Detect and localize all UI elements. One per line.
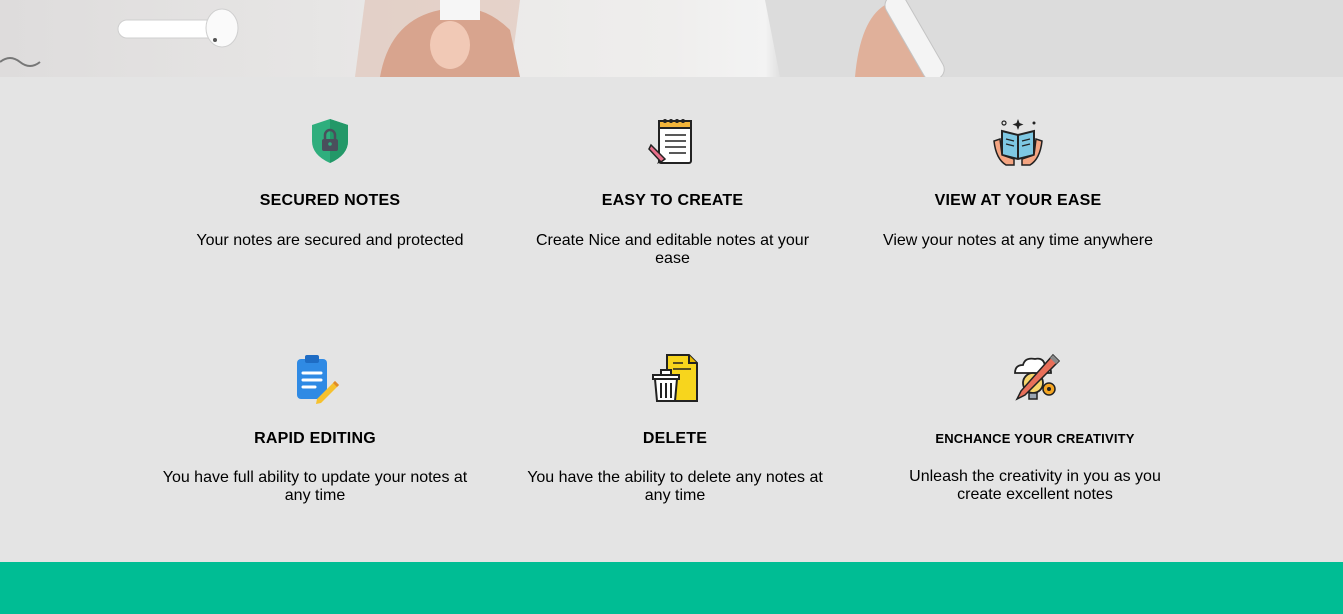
creativity-bulb-gear-icon <box>1014 353 1061 401</box>
feature-title: SECURED NOTES <box>259 192 401 209</box>
feature-secured-notes: SECURED NOTES Your notes are secured and… <box>160 115 500 249</box>
clipboard-pen-icon <box>297 355 339 404</box>
feature-title: RAPID EDITING <box>254 430 376 447</box>
feature-rapid-editing: RAPID EDITING You have full ability to u… <box>160 353 470 504</box>
trash-document-icon <box>652 354 698 402</box>
hero-photo <box>0 0 1343 77</box>
feature-title: EASY TO CREATE <box>601 192 744 209</box>
shield-lock-icon <box>312 119 348 163</box>
feature-title: ENCHANCE YOUR CREATIVITY <box>935 431 1135 446</box>
feature-description: You have the ability to delete any notes… <box>527 469 823 504</box>
feature-easy-to-create: EASY TO CREATE Create Nice and editable … <box>520 115 825 267</box>
feature-description: Unleash the creativity in you as you cre… <box>909 468 1161 503</box>
feature-description: Create Nice and editable notes at your e… <box>535 232 810 267</box>
open-book-hands-icon <box>993 119 1043 166</box>
feature-description: Your notes are secured and protected <box>196 232 464 249</box>
notepad-pencil-icon <box>647 119 692 164</box>
hero-image <box>0 0 1343 77</box>
feature-description: You have full ability to update your not… <box>162 469 468 504</box>
feature-delete: DELETE You have the ability to delete an… <box>520 353 830 504</box>
feature-title: VIEW AT YOUR EASE <box>934 192 1102 209</box>
footer-band <box>0 562 1343 614</box>
feature-enchance-creativity: ENCHANCE YOUR CREATIVITY Unleash the cre… <box>885 353 1185 503</box>
feature-title: DELETE <box>642 430 708 447</box>
feature-view-at-your-ease: VIEW AT YOUR EASE View your notes at any… <box>858 115 1178 249</box>
feature-description: View your notes at any time anywhere <box>882 232 1154 249</box>
features-section: SECURED NOTES Your notes are secured and… <box>0 77 1343 562</box>
